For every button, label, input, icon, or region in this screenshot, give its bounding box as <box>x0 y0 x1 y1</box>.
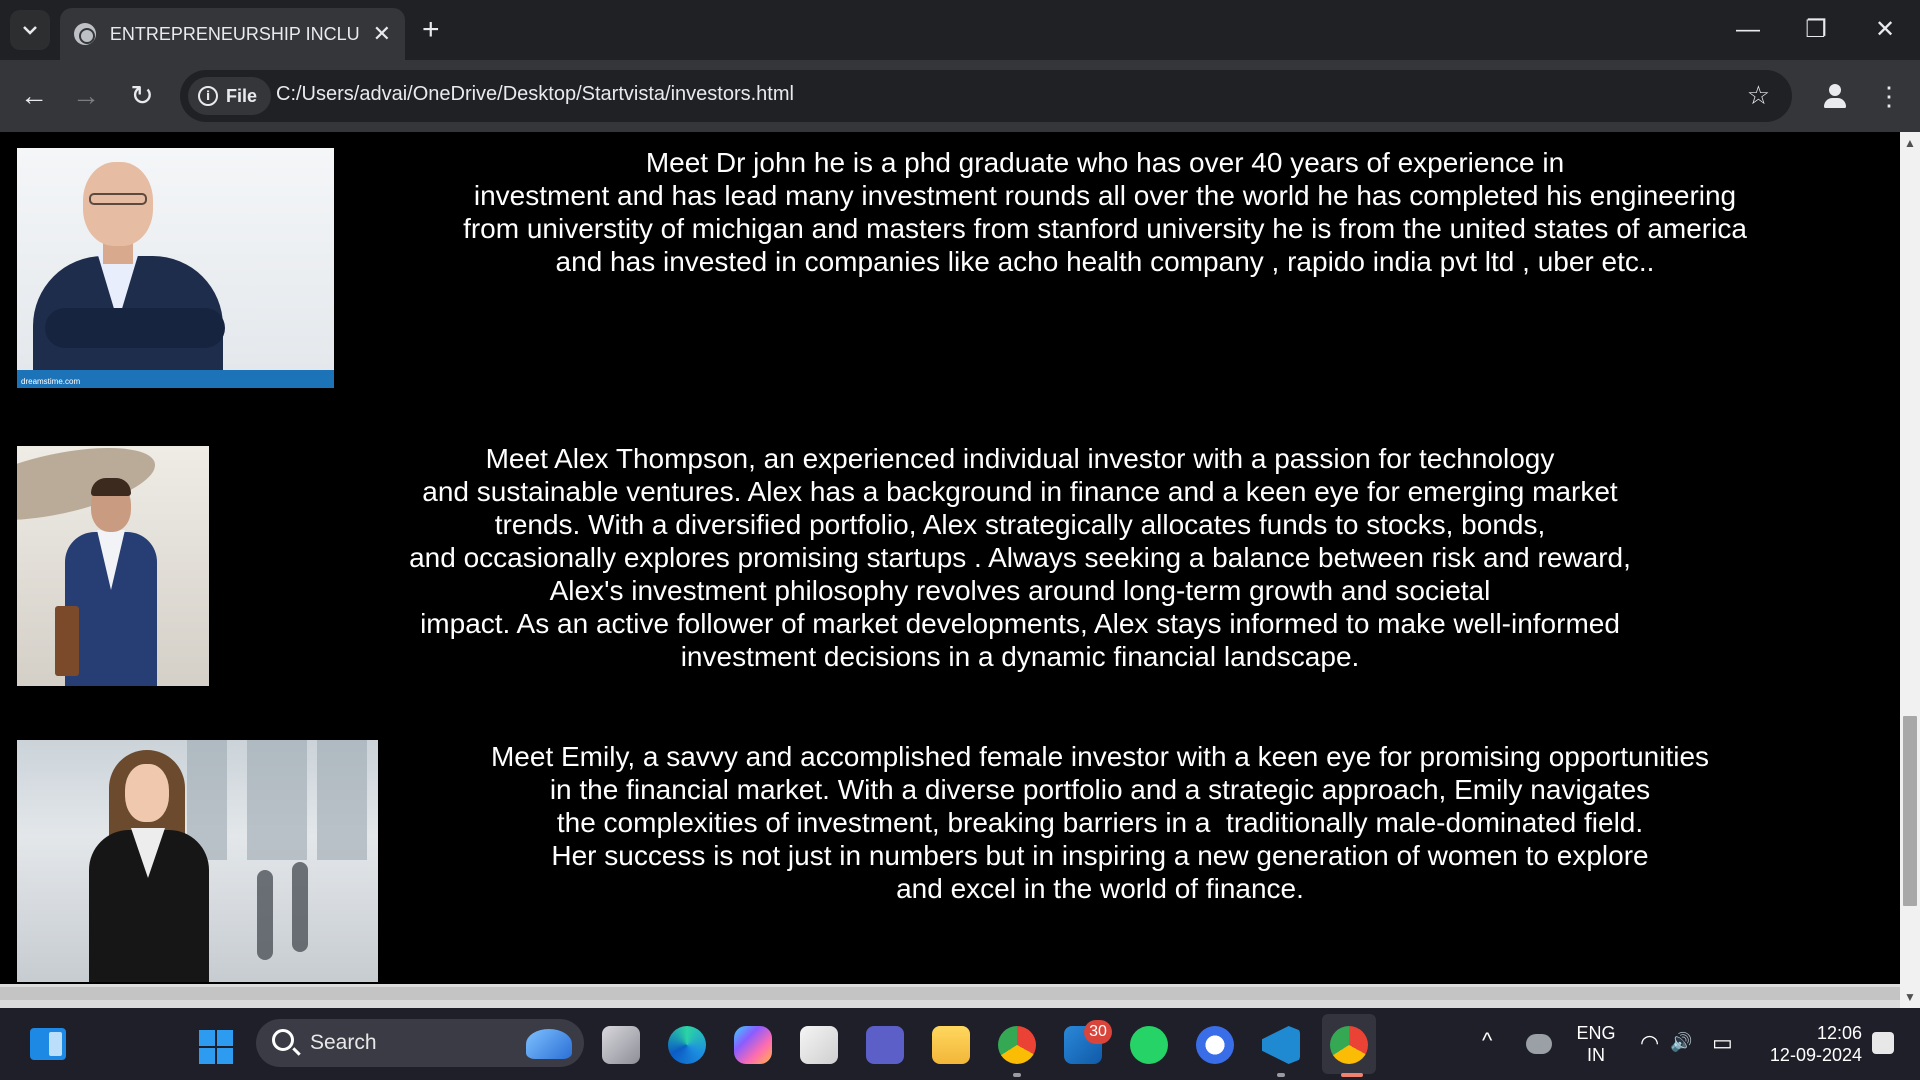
tab-investors[interactable]: ENTREPRENEURSHIP INCLUBLA ✕ <box>60 8 405 60</box>
page-viewport: dreamstime.com Meet Dr john he is a phd … <box>0 132 1900 984</box>
chrome-active-icon[interactable] <box>1330 1026 1368 1064</box>
forward-button[interactable]: → <box>68 78 104 114</box>
clock-date: 12-09-2024 <box>1769 1045 1862 1065</box>
task-view-icon[interactable] <box>602 1026 640 1064</box>
browser-menu-icon[interactable]: ⋮ <box>1876 78 1902 114</box>
notification-badge: 30 <box>1084 1020 1112 1044</box>
clock-time: 12:06 <box>1816 1023 1862 1043</box>
file-explorer-icon[interactable] <box>932 1026 970 1064</box>
restore-button[interactable]: ❐ <box>1796 12 1836 48</box>
chevron-down-icon <box>23 26 37 35</box>
taskbar-search-box[interactable]: Search <box>256 1019 584 1067</box>
scroll-thumb[interactable] <box>1903 716 1917 906</box>
wifi-icon[interactable]: ◠ <box>1640 1030 1659 1056</box>
vscode-icon[interactable] <box>1262 1026 1300 1064</box>
browser-tab-strip: ENTREPRENEURSHIP INCLUBLA ✕ + — ❐ ✕ <box>0 0 1920 60</box>
windows-taskbar: Search 30 ^ ENG IN ◠ 🔊 ▭ 12:06 12-09-202… <box>0 1008 1920 1080</box>
investor-bio: Meet Alex Thompson, an experienced indiv… <box>409 443 1631 672</box>
tab-search-button[interactable] <box>10 10 50 50</box>
photo-watermark: dreamstime.com <box>21 377 81 386</box>
copilot-icon[interactable] <box>734 1026 772 1064</box>
bookmark-star-icon[interactable]: ☆ <box>1747 80 1770 111</box>
new-tab-button[interactable]: + <box>422 12 440 48</box>
whatsapp-icon[interactable] <box>1130 1026 1168 1064</box>
back-button[interactable]: ← <box>16 78 52 114</box>
horizontal-scrollbar[interactable] <box>0 984 1900 1008</box>
investor-bio: Meet Emily, a savvy and accomplished fem… <box>490 741 1710 904</box>
onedrive-icon[interactable] <box>1526 1034 1552 1054</box>
tab-title: ENTREPRENEURSHIP INCLUBLA <box>109 23 359 44</box>
globe-icon <box>74 23 96 45</box>
running-indicator <box>1013 1073 1021 1077</box>
show-hidden-icons-icon[interactable]: ^ <box>1482 1028 1492 1054</box>
volume-icon[interactable]: 🔊 <box>1670 1032 1692 1053</box>
profile-icon[interactable] <box>1815 76 1855 116</box>
browser-toolbar: ← → ↻ i File C:/Users/advai/OneDrive/Des… <box>0 60 1920 132</box>
notification-center-icon[interactable] <box>1872 1032 1894 1054</box>
info-icon: i <box>198 86 218 106</box>
teams-icon[interactable] <box>866 1026 904 1064</box>
running-indicator <box>1277 1073 1285 1077</box>
clock[interactable]: 12:06 12-09-2024 <box>1754 1022 1862 1066</box>
active-indicator <box>1341 1073 1363 1077</box>
close-window-button[interactable]: ✕ <box>1865 12 1905 48</box>
search-highlight-icon <box>526 1029 572 1059</box>
search-icon <box>272 1029 294 1051</box>
close-tab-icon[interactable]: ✕ <box>373 21 391 47</box>
chrome-icon[interactable] <box>998 1026 1036 1064</box>
taskbar-search-label: Search <box>310 1031 377 1054</box>
battery-icon[interactable]: ▭ <box>1712 1030 1733 1056</box>
url-text[interactable]: C:/Users/advai/OneDrive/Desktop/Startvis… <box>276 83 794 106</box>
widgets-icon[interactable] <box>30 1028 66 1060</box>
language-code: ENG <box>1576 1023 1616 1043</box>
edge-browser-icon[interactable] <box>668 1026 706 1064</box>
site-info-chip[interactable]: i File <box>188 77 272 115</box>
scroll-down-arrow[interactable]: ▼ <box>1900 988 1920 1006</box>
app-icon[interactable] <box>1196 1026 1234 1064</box>
scroll-up-arrow[interactable]: ▲ <box>1900 134 1920 152</box>
language-region: IN <box>1587 1045 1605 1065</box>
microsoft-store-icon[interactable] <box>800 1026 838 1064</box>
language-indicator[interactable]: ENG IN <box>1570 1022 1622 1066</box>
reload-button[interactable]: ↻ <box>124 78 160 114</box>
vertical-scrollbar[interactable]: ▲ ▼ <box>1900 132 1920 1008</box>
minimize-button[interactable]: — <box>1728 12 1768 48</box>
windows-start-icon[interactable] <box>199 1030 235 1066</box>
investor-photo <box>17 446 209 686</box>
investor-photo <box>17 740 378 982</box>
site-info-label: File <box>226 85 258 106</box>
address-bar[interactable]: i File C:/Users/advai/OneDrive/Desktop/S… <box>180 70 1792 122</box>
investor-photo: dreamstime.com <box>17 148 334 388</box>
investor-bio: Meet Dr john he is a phd graduate who ha… <box>463 147 1747 277</box>
horizontal-scroll-thumb[interactable] <box>0 987 1900 1000</box>
